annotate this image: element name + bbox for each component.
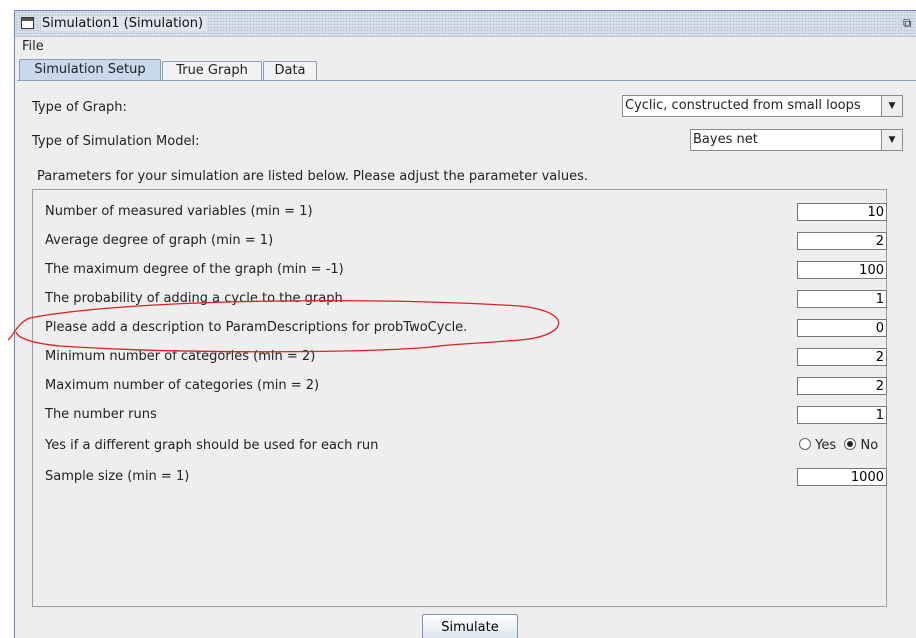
title-bar[interactable]: Simulation1 (Simulation) ⧉	[15, 11, 916, 37]
radio-no-label[interactable]: No	[861, 438, 879, 453]
chevron-down-icon[interactable]: ▼	[881, 96, 902, 116]
maximum-degree-input[interactable]	[797, 261, 887, 279]
param-label-maximum-degree: The maximum degree of the graph (min = -…	[45, 262, 344, 277]
tab-simulation-setup[interactable]: Simulation Setup	[19, 59, 161, 81]
number-runs-input[interactable]	[797, 406, 887, 424]
maximize-icon[interactable]: ⧉	[903, 17, 915, 29]
param-label-different-graph: Yes if a different graph should be used …	[45, 438, 379, 453]
param-label-average-degree: Average degree of graph (min = 1)	[45, 233, 274, 248]
cycle-probability-input[interactable]	[797, 290, 887, 308]
param-label-cycle-probability: The probability of adding a cycle to the…	[45, 291, 343, 306]
window-title: Simulation1 (Simulation)	[41, 16, 208, 31]
graph-type-value: Cyclic, constructed from small loops	[625, 98, 861, 113]
simulation-window: Simulation1 (Simulation) ⧉ File Simulati…	[14, 10, 916, 638]
radio-yes[interactable]	[799, 438, 811, 450]
simulate-button[interactable]: Simulate	[422, 614, 518, 638]
menu-file[interactable]: File	[22, 39, 44, 54]
tab-data[interactable]: Data	[263, 61, 317, 80]
model-type-label: Type of Simulation Model:	[32, 134, 200, 149]
different-graph-radio-group: Yes No	[799, 438, 878, 453]
min-categories-input[interactable]	[797, 348, 887, 366]
param-label-number-runs: The number runs	[45, 407, 157, 422]
tab-strip: Simulation Setup True Graph Data	[15, 59, 916, 81]
tab-divider	[17, 80, 916, 81]
param-label-min-categories: Minimum number of categories (min = 2)	[45, 349, 316, 364]
average-degree-input[interactable]	[797, 232, 887, 250]
measured-variables-input[interactable]	[797, 203, 887, 221]
radio-no[interactable]	[844, 438, 857, 450]
params-intro-text: Parameters for your simulation are liste…	[37, 169, 588, 184]
prob-two-cycle-input[interactable]	[797, 319, 887, 337]
param-label-sample-size: Sample size (min = 1)	[45, 469, 190, 484]
graph-type-label: Type of Graph:	[32, 100, 127, 115]
param-label-prob-two-cycle: Please add a description to ParamDescrip…	[45, 320, 468, 335]
parameters-panel: Number of measured variables (min = 1) A…	[32, 189, 887, 607]
sample-size-input[interactable]	[797, 468, 887, 486]
param-label-measured-variables: Number of measured variables (min = 1)	[45, 204, 313, 219]
tab-true-graph[interactable]: True Graph	[162, 61, 262, 80]
chevron-down-icon[interactable]: ▼	[881, 130, 902, 150]
model-type-select[interactable]: Bayes net ▼	[690, 129, 903, 151]
simulation-setup-panel: Type of Graph: Cyclic, constructed from …	[18, 83, 916, 638]
menu-bar: File	[15, 37, 916, 57]
max-categories-input[interactable]	[797, 377, 887, 395]
model-type-value: Bayes net	[693, 132, 758, 147]
param-label-max-categories: Maximum number of categories (min = 2)	[45, 378, 320, 393]
window-icon	[21, 17, 34, 29]
radio-yes-label[interactable]: Yes	[815, 438, 836, 453]
graph-type-select[interactable]: Cyclic, constructed from small loops ▼	[622, 95, 903, 117]
